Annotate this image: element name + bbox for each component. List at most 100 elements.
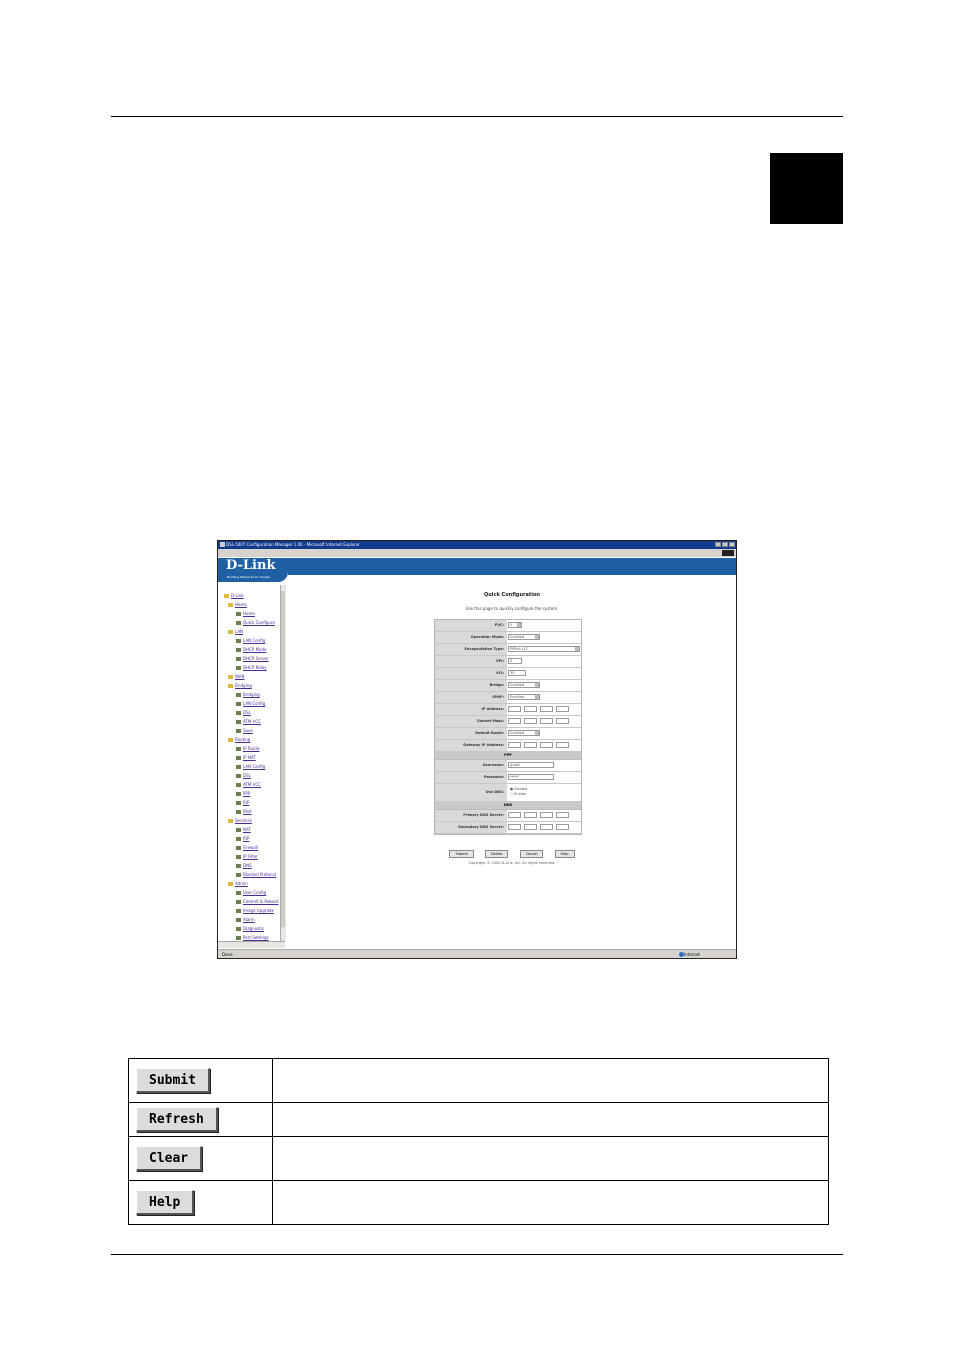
help-button[interactable]: Help	[136, 1190, 195, 1215]
tree-item[interactable]: LAN Config	[222, 636, 284, 645]
tree-item[interactable]: DNS	[222, 861, 284, 870]
tree-item[interactable]: ATM VCC	[222, 780, 284, 789]
form-select[interactable]: 0	[508, 622, 522, 628]
ip-octet-input[interactable]	[524, 824, 537, 830]
clear-button[interactable]: Clear	[136, 1146, 203, 1171]
page-icon	[236, 864, 241, 868]
ip-octet-input[interactable]	[524, 812, 537, 818]
tree-item[interactable]: Blocked Protocol	[222, 870, 284, 879]
cancel-button[interactable]: Cancel	[519, 850, 544, 858]
form-row: Subnet Mask:	[435, 716, 581, 728]
submit-button[interactable]: Submit	[449, 850, 474, 858]
tree-item-label: LAN Config	[243, 701, 266, 706]
dns-radio-enable[interactable]: ○ Enable	[510, 792, 526, 796]
page-icon	[236, 810, 241, 814]
tree-item[interactable]: Image Upgrade	[222, 906, 284, 915]
page-icon	[236, 720, 241, 724]
refresh-button[interactable]: Refresh	[136, 1107, 218, 1132]
ip-octet-input[interactable]	[540, 824, 553, 830]
tree-item[interactable]: IP Route	[222, 744, 284, 753]
tree-item[interactable]: D-Link	[222, 591, 284, 600]
ip-octet-input[interactable]	[556, 742, 569, 748]
tree-item[interactable]: LAN Config	[222, 699, 284, 708]
tree-item[interactable]: Firewall	[222, 843, 284, 852]
help-button[interactable]: Help	[554, 850, 575, 858]
form-input[interactable]: 35	[508, 670, 526, 676]
form-label: IP Address:	[435, 704, 507, 715]
maximize-icon[interactable]	[722, 542, 728, 547]
ip-octet-input[interactable]	[540, 742, 553, 748]
tree-item[interactable]: Admin	[222, 879, 284, 888]
ip-octet-input[interactable]	[556, 812, 569, 818]
dns-radio-disable[interactable]: ● Disable	[510, 787, 527, 791]
ip-octet-input[interactable]	[508, 824, 521, 830]
ip-octet-input[interactable]	[540, 718, 553, 724]
ip-octet-input[interactable]	[524, 706, 537, 712]
form-select[interactable]: Enabled	[508, 730, 540, 736]
folder-icon	[224, 594, 229, 598]
tree-item[interactable]: Bridging	[222, 681, 284, 690]
delete-button[interactable]: Delete	[484, 850, 509, 858]
tree-item[interactable]: IP Filter	[222, 852, 284, 861]
ip-octet-input[interactable]	[556, 718, 569, 724]
tree-item[interactable]: Services	[222, 816, 284, 825]
ip-octet-input[interactable]	[508, 812, 521, 818]
tree-item[interactable]: Home	[222, 609, 284, 618]
tree-item[interactable]: Routing	[222, 735, 284, 744]
tree-item[interactable]: Diagnostic	[222, 924, 284, 933]
form-input[interactable]: guest	[508, 762, 554, 768]
tree-item-label: Blocked Protocol	[243, 872, 277, 877]
tree-item[interactable]: Commit & Reboot	[222, 897, 284, 906]
tree-item[interactable]: RIP	[222, 834, 284, 843]
tree-item[interactable]: Alarm	[222, 915, 284, 924]
ip-octet-input[interactable]	[540, 812, 553, 818]
tree-item[interactable]: IP NAT	[222, 753, 284, 762]
ip-octet-input[interactable]	[508, 706, 521, 712]
tree-item[interactable]: IPoA	[222, 807, 284, 816]
nav-hscrollbar[interactable]	[218, 941, 285, 948]
ip-octet-input[interactable]	[524, 742, 537, 748]
ip-octet-input[interactable]	[540, 706, 553, 712]
form-select[interactable]: Enabled	[508, 634, 540, 640]
ip-octet-input[interactable]	[556, 706, 569, 712]
ip-octet-input[interactable]	[556, 824, 569, 830]
tree-item[interactable]: NAT	[222, 825, 284, 834]
form-section-header: DNS	[435, 802, 581, 810]
form-input[interactable]: *****	[508, 774, 554, 780]
ip-octet-input[interactable]	[524, 718, 537, 724]
form-select[interactable]: Enabled	[508, 694, 540, 700]
submit-button[interactable]: Submit	[136, 1068, 210, 1093]
tree-item[interactable]: LAN	[222, 627, 284, 636]
minimize-icon[interactable]	[715, 542, 721, 547]
tree-item[interactable]: PPP	[222, 789, 284, 798]
tree-item[interactable]: Save	[222, 726, 284, 735]
tree-item[interactable]: DSL	[222, 708, 284, 717]
table-row: Refresh	[128, 1102, 829, 1137]
tree-item[interactable]: User Config	[222, 888, 284, 897]
page-icon	[236, 900, 241, 904]
form-input[interactable]: 0	[508, 658, 522, 664]
tree-item[interactable]: DSL	[222, 771, 284, 780]
tree-item[interactable]: RIP	[222, 798, 284, 807]
form-label: Password:	[435, 772, 507, 783]
tree-item[interactable]: DHCP Server	[222, 654, 284, 663]
tree-item[interactable]: Home	[222, 600, 284, 609]
ip-octet-input[interactable]	[508, 742, 521, 748]
tree-item[interactable]: ATM VCC	[222, 717, 284, 726]
tree-item[interactable]: DHCP Relay	[222, 663, 284, 672]
button-description-table: Submit Refresh Clear Help	[128, 1058, 829, 1225]
nav-scrollbar[interactable]	[280, 585, 286, 941]
folder-icon	[228, 603, 233, 607]
tree-item[interactable]: LAN Config	[222, 762, 284, 771]
form-label: IGMP:	[435, 692, 507, 703]
tree-item[interactable]: WAN	[222, 672, 284, 681]
tree-item[interactable]: Quick Configure	[222, 618, 284, 627]
tree-item[interactable]: DHCP Mode	[222, 645, 284, 654]
ip-octet-input[interactable]	[508, 718, 521, 724]
form-select[interactable]: Enabled	[508, 682, 540, 688]
form-row: Gateway IP Address:	[435, 740, 581, 752]
form-select[interactable]: PPPoA LLC	[508, 646, 580, 652]
close-icon[interactable]	[729, 542, 735, 547]
tree-item-label: User Config	[243, 890, 267, 895]
tree-item[interactable]: Bridging	[222, 690, 284, 699]
